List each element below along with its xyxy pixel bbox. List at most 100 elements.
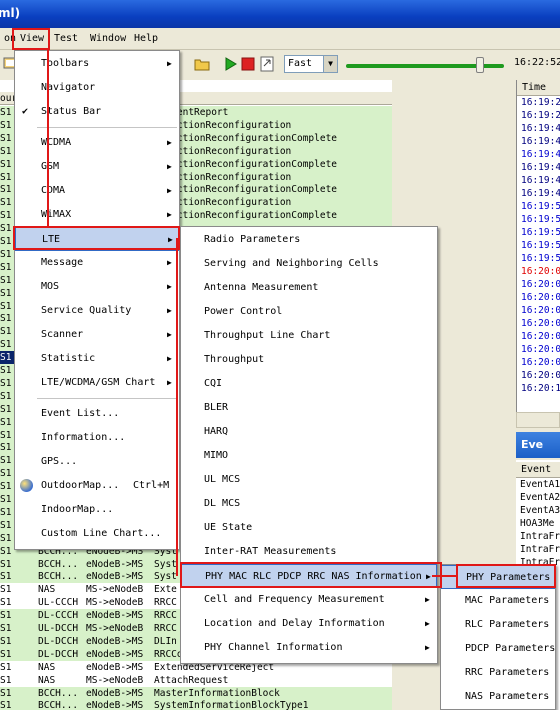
menu-item-scanner[interactable]: Scanner ▶: [15, 323, 179, 347]
menu-item-dl-mcs[interactable]: DL MCS: [181, 492, 437, 516]
menu-item-indoormap[interactable]: IndoorMap...: [15, 498, 179, 522]
time-panel[interactable]: Time 16:19:2816:19:2916:19:4916:19:4916:…: [516, 80, 560, 412]
menu-item-cell-and-frequency-measurement[interactable]: Cell and Frequency Measurement ▶: [181, 588, 437, 612]
menu-item-mac-parameters[interactable]: MAC Parameters: [441, 589, 555, 613]
time-row[interactable]: 16:19:50: [517, 239, 560, 252]
time-row[interactable]: 16:20:01: [517, 343, 560, 356]
time-row[interactable]: 16:20:01: [517, 330, 560, 343]
submenu-arrow-icon: ▶: [167, 378, 172, 387]
table-cell: NAS: [38, 661, 56, 673]
time-row[interactable]: 16:20:00: [517, 304, 560, 317]
menu-item-inter-rat-measurements[interactable]: Inter-RAT Measurements: [181, 540, 437, 564]
menu-item-wimax[interactable]: WiMAX ▶: [15, 203, 179, 227]
menu-item-location-and-delay-information[interactable]: Location and Delay Information ▶: [181, 612, 437, 636]
menu-item-event-list[interactable]: Event List...: [15, 402, 179, 426]
submenu-arrow-icon: ▶: [167, 138, 172, 147]
menu-item-service-quality[interactable]: Service Quality ▶: [15, 299, 179, 323]
time-row[interactable]: 16:20:00: [517, 278, 560, 291]
menu-item-statistic[interactable]: Statistic ▶: [15, 347, 179, 371]
menu-item-mimo[interactable]: MIMO: [181, 444, 437, 468]
time-row[interactable]: 16:20:16: [517, 382, 560, 395]
submenu-arrow-icon: ▶: [167, 59, 172, 68]
stop-icon[interactable]: [240, 56, 256, 72]
time-row[interactable]: 16:19:49: [517, 122, 560, 135]
menu-item-navigator[interactable]: Navigator: [15, 76, 179, 100]
time-row[interactable]: 16:20:01: [517, 356, 560, 369]
menu-item-custom-line-chart[interactable]: Custom Line Chart...: [15, 522, 179, 546]
menu-help[interactable]: Help: [130, 31, 162, 47]
slider-thumb[interactable]: [476, 57, 485, 73]
menu-item-status-bar[interactable]: Status Bar ✔: [15, 100, 179, 124]
highlight-view-menu: [12, 28, 50, 50]
event-column-header[interactable]: Event: [516, 462, 560, 478]
event-row[interactable]: HOA3Me: [516, 517, 560, 530]
menu-item-antenna-measurement[interactable]: Antenna Measurement: [181, 276, 437, 300]
event-row[interactable]: EventA2: [516, 491, 560, 504]
time-row[interactable]: 16:20:00: [517, 317, 560, 330]
menu-item-pdcp-parameters[interactable]: PDCP Parameters: [441, 637, 555, 661]
menu-item-outdoormap[interactable]: OutdoorMap... Ctrl+M: [15, 474, 179, 498]
time-row[interactable]: 16:19:29: [517, 109, 560, 122]
menu-item-throughput-line-chart[interactable]: Throughput Line Chart: [181, 324, 437, 348]
menu-item-throughput[interactable]: Throughput: [181, 348, 437, 372]
menu-item-cqi[interactable]: CQI: [181, 372, 437, 396]
menu-item-phy-channel-information[interactable]: PHY Channel Information ▶: [181, 636, 437, 660]
time-row[interactable]: 16:19:50: [517, 226, 560, 239]
menu-item-ue-state[interactable]: UE State: [181, 516, 437, 540]
table-row[interactable]: S1 BCCH... eNodeB->MS MasterInformationBloc…: [0, 686, 392, 700]
time-row[interactable]: 16:19:49: [517, 187, 560, 200]
menu-item-rlc-parameters[interactable]: RLC Parameters: [441, 613, 555, 637]
time-row[interactable]: 16:19:50: [517, 200, 560, 213]
event-panel-tab[interactable]: Eve: [516, 432, 560, 458]
time-row[interactable]: 16:19:28: [517, 96, 560, 109]
event-row[interactable]: IntraFr: [516, 530, 560, 543]
menu-item-label: Service Quality: [41, 305, 132, 316]
horizontal-scrollbar[interactable]: [516, 412, 560, 428]
table-row[interactable]: S1 NAS MS->eNodeB AttachRequest: [0, 674, 392, 687]
table-row[interactable]: S1 BCCH... eNodeB->MS SystemInformationBloc…: [0, 699, 392, 710]
time-row[interactable]: 16:19:50: [517, 252, 560, 265]
menu-test[interactable]: Test: [50, 31, 82, 47]
source-column-header[interactable]: ource: [0, 92, 29, 105]
menu-item-wcdma[interactable]: WCDMA ▶: [15, 131, 179, 155]
menu-item-label: Location and Delay Information: [204, 618, 385, 629]
time-column-header[interactable]: Time: [517, 80, 560, 96]
play-icon[interactable]: [222, 56, 238, 72]
time-row[interactable]: 16:19:49: [517, 148, 560, 161]
time-row[interactable]: 16:19:50: [517, 213, 560, 226]
menu-item-mos[interactable]: MOS ▶: [15, 275, 179, 299]
event-row[interactable]: IntraFr: [516, 543, 560, 556]
table-cell: DL-DCCH: [38, 648, 79, 660]
menu-item-nas-parameters[interactable]: NAS Parameters: [441, 685, 555, 709]
time-row[interactable]: 16:20:01: [517, 369, 560, 382]
menu-item-radio-parameters[interactable]: Radio Parameters: [181, 228, 437, 252]
menu-item-ul-mcs[interactable]: UL MCS: [181, 468, 437, 492]
time-row[interactable]: 16:20:00: [517, 291, 560, 304]
highlight-phy-mac: [180, 562, 442, 588]
menu-item-power-control[interactable]: Power Control: [181, 300, 437, 324]
menu-item-gps[interactable]: GPS...: [15, 450, 179, 474]
menu-item-message[interactable]: Message ▶: [15, 251, 179, 275]
event-row[interactable]: EventA1: [516, 478, 560, 491]
menu-item-lte-wcdma-gsm-chart[interactable]: LTE/WCDMA/GSM Chart ▶: [15, 371, 179, 395]
menu-window[interactable]: Window: [86, 31, 130, 47]
open-folder-icon[interactable]: [194, 56, 210, 72]
menu-item-rrc-parameters[interactable]: RRC Parameters: [441, 661, 555, 685]
time-row[interactable]: 16:19:49: [517, 135, 560, 148]
menu-item-harq[interactable]: HARQ: [181, 420, 437, 444]
speed-select[interactable]: Fast ▼: [284, 55, 338, 73]
menu-item-toolbars[interactable]: Toolbars ▶: [15, 52, 179, 76]
table-cell: S1: [0, 610, 12, 622]
menu-item-serving-and-neighboring-cells[interactable]: Serving and Neighboring Cells: [181, 252, 437, 276]
event-row[interactable]: EventA3: [516, 504, 560, 517]
playback-clock: 16:22:52: [514, 57, 560, 68]
time-row[interactable]: 16:19:49: [517, 174, 560, 187]
menu-item-bler[interactable]: BLER: [181, 396, 437, 420]
menu-item-gsm[interactable]: GSM ▶: [15, 155, 179, 179]
time-row[interactable]: 16:20:00: [517, 265, 560, 278]
chevron-down-icon[interactable]: ▼: [323, 56, 337, 72]
time-row[interactable]: 16:19:49: [517, 161, 560, 174]
menu-item-information[interactable]: Information...: [15, 426, 179, 450]
export-icon[interactable]: [259, 56, 275, 72]
menu-item-cdma[interactable]: CDMA ▶: [15, 179, 179, 203]
